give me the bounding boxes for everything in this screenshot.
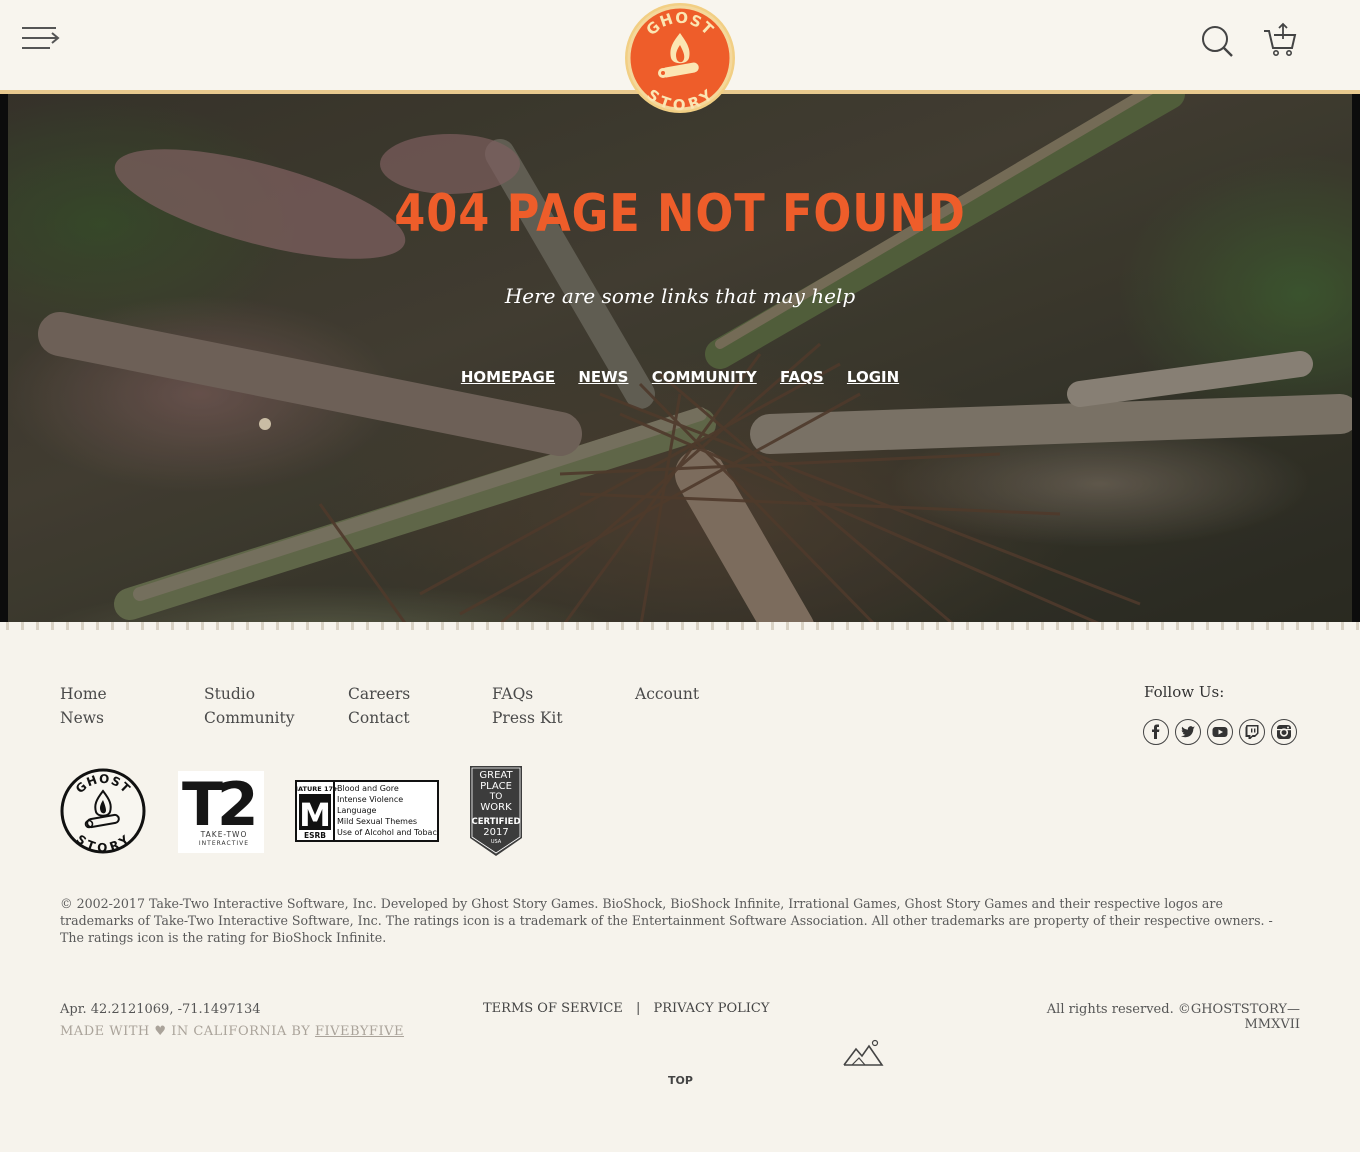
made-with: MADE WITH ♥ IN CALIFORNIA BY FIVEBYFIVE	[60, 1024, 404, 1039]
esrb-brand: ESRB	[304, 831, 326, 840]
search-icon[interactable]	[1200, 24, 1234, 58]
t2-label: TAKE-TWO	[200, 830, 248, 839]
follow-label: Follow Us:	[1144, 683, 1225, 701]
ghost-story-badge: GHOST STORY	[60, 768, 146, 855]
legal-notice: © 2002-2017 Take-Two Interactive Softwar…	[60, 896, 1273, 945]
gptw-line: GREAT	[479, 770, 513, 781]
esrb-descriptor: Use of Alcohol and Tobacco	[337, 828, 439, 837]
twitter-icon[interactable]	[1175, 719, 1201, 745]
heart-icon: ♥	[154, 1024, 167, 1039]
coordinates: Apr. 42.2121069, -71.1497134	[60, 1002, 261, 1017]
footer-link-faqs[interactable]: FAQs	[492, 682, 632, 706]
instagram-icon[interactable]	[1271, 719, 1297, 745]
footer-col-5: Account	[635, 682, 775, 706]
footer-link-studio[interactable]: Studio	[204, 682, 344, 706]
youtube-icon[interactable]	[1207, 719, 1233, 745]
legal-divider: |	[635, 1001, 641, 1016]
footer-link-contact[interactable]: Contact	[348, 706, 488, 730]
esrb-rating: MATURE 17+ M ESRB Blood and Gore Intense…	[295, 780, 439, 842]
menu-icon[interactable]	[20, 24, 60, 54]
link-login[interactable]: LOGIN	[847, 368, 899, 386]
footer-link-home[interactable]: Home	[60, 682, 200, 706]
link-faqs[interactable]: FAQS	[780, 368, 824, 386]
ghost-story-logo[interactable]: GHOST STORY	[625, 3, 735, 113]
footer-link-community[interactable]: Community	[204, 706, 344, 730]
legal-links: TERMS OF SERVICE | PRIVACY POLICY	[483, 1001, 769, 1016]
back-to-top-link[interactable]: TOP	[668, 1074, 693, 1087]
made-with-suffix: IN CALIFORNIA BY	[171, 1024, 311, 1039]
footer-col-3: Careers Contact	[348, 682, 488, 730]
page-title: 404 PAGE NOT FOUND	[394, 184, 966, 244]
footer-col-1: Home News	[60, 682, 200, 730]
footer-col-2: Studio Community	[204, 682, 344, 730]
made-with-prefix: MADE WITH	[60, 1024, 150, 1039]
hero-404: 404 PAGE NOT FOUND Here are some links t…	[0, 94, 1360, 630]
t2-label-2: INTERACTIVE	[199, 840, 249, 847]
privacy-policy-link[interactable]: PRIVACY POLICY	[653, 1001, 769, 1016]
rights-notice: All rights reserved. ©GHOSTSTORY—MMXVII	[1046, 1002, 1300, 1032]
esrb-descriptor: Intense Violence	[337, 795, 403, 804]
twitch-icon[interactable]	[1239, 719, 1265, 745]
hero-torn-edge	[0, 622, 1360, 630]
esrb-descriptor: Blood and Gore	[337, 784, 399, 793]
footer-link-careers[interactable]: Careers	[348, 682, 488, 706]
link-news[interactable]: NEWS	[578, 368, 628, 386]
take-two-logo: T2 TAKE-TWO INTERACTIVE	[178, 771, 264, 853]
gptw-line: PLACE	[480, 781, 512, 792]
gptw-line: WORK	[480, 802, 512, 813]
link-community[interactable]: COMMUNITY	[652, 368, 757, 386]
link-homepage[interactable]: HOMEPAGE	[461, 368, 555, 386]
help-links: HOMEPAGE NEWS COMMUNITY FAQS LOGIN	[0, 368, 1360, 386]
mountain-icon[interactable]	[842, 1038, 884, 1068]
great-place-to-work-badge: GREAT PLACE TO WORK CERTIFIED 2017 USA	[470, 766, 522, 856]
facebook-icon[interactable]	[1143, 719, 1169, 745]
hero-frame-right	[1352, 94, 1360, 630]
esrb-descriptor: Language	[337, 806, 377, 815]
hero-frame-left	[0, 94, 8, 630]
footer-link-press-kit[interactable]: Press Kit	[492, 706, 632, 730]
gptw-line: TO	[489, 792, 503, 802]
esrb-letter: M	[299, 796, 331, 834]
footer-link-news[interactable]: News	[60, 706, 200, 730]
esrb-descriptor: Mild Sexual Themes	[337, 817, 417, 826]
fivebyfive-link[interactable]: FIVEBYFIVE	[315, 1024, 404, 1039]
terms-of-service-link[interactable]: TERMS OF SERVICE	[483, 1001, 623, 1016]
gptw-country: USA	[491, 839, 502, 845]
campfire-photo	[0, 94, 1360, 630]
esrb-age: MATURE 17+	[295, 785, 338, 793]
gptw-year: 2017	[483, 827, 508, 838]
cart-icon[interactable]	[1262, 22, 1298, 58]
footer-link-account[interactable]: Account	[635, 682, 775, 706]
footer-col-4: FAQs Press Kit	[492, 682, 632, 730]
page-subtitle: Here are some links that may help	[504, 284, 856, 308]
gptw-certified: CERTIFIED	[472, 817, 521, 827]
